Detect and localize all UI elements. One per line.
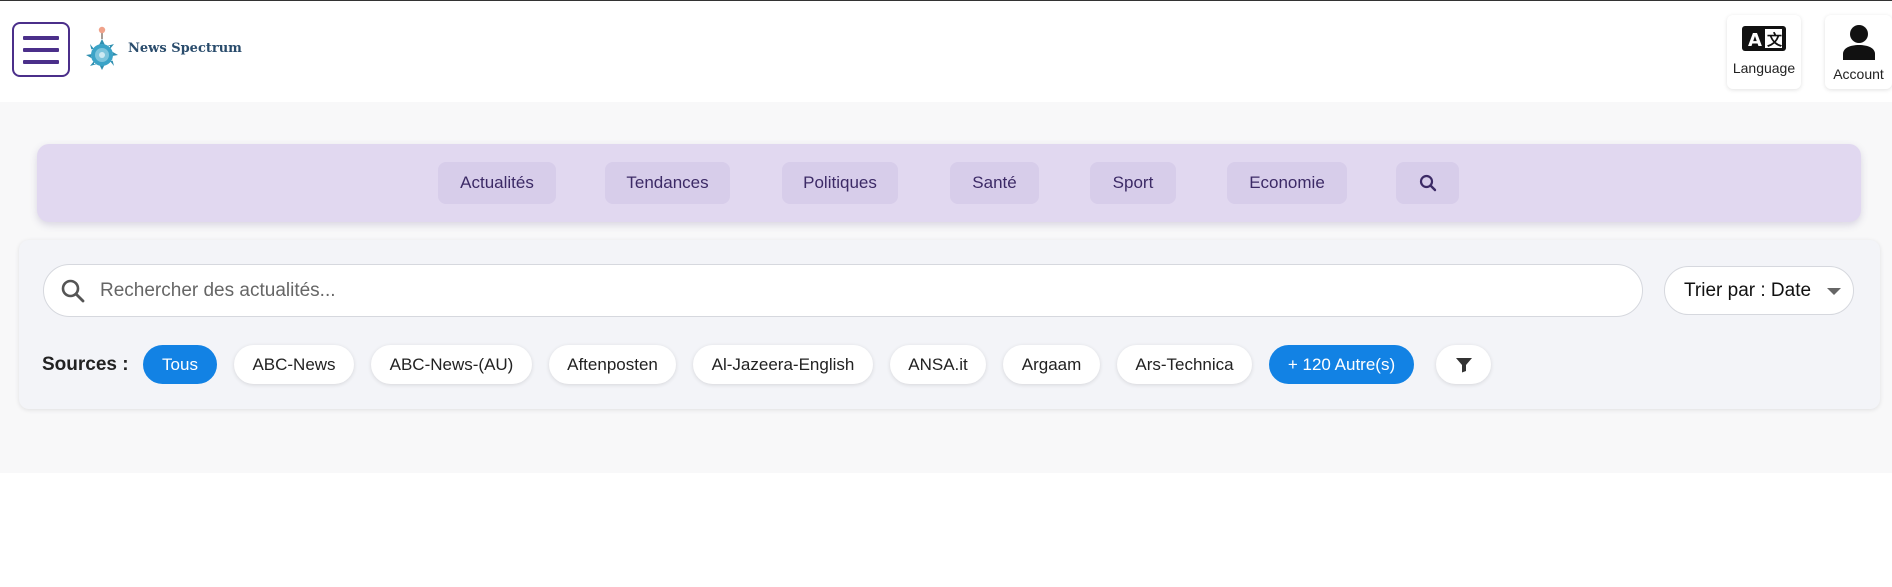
language-button[interactable]: A 文 Language bbox=[1727, 15, 1801, 89]
source-chip-aftenposten[interactable]: Aftenposten bbox=[549, 345, 676, 384]
nav-item-politiques[interactable]: Politiques bbox=[782, 162, 898, 204]
sort-label: Trier par : Date bbox=[1684, 279, 1812, 301]
search-icon bbox=[1419, 174, 1436, 192]
category-nav: Actualités Tendances Politiques Santé Sp… bbox=[37, 144, 1861, 222]
brand-name: News Spectrum bbox=[128, 40, 242, 56]
account-label: Account bbox=[1833, 66, 1884, 82]
source-chip-tous[interactable]: Tous bbox=[143, 345, 217, 384]
search-box bbox=[43, 264, 1643, 317]
nav-item-sport[interactable]: Sport bbox=[1090, 162, 1176, 204]
chevron-down-icon bbox=[1827, 288, 1841, 295]
search-panel: Trier par : Date Sources : Tous ABC-News… bbox=[19, 240, 1880, 409]
nav-item-sante[interactable]: Santé bbox=[950, 162, 1039, 204]
account-button[interactable]: Account bbox=[1825, 15, 1892, 89]
logo-icon bbox=[86, 26, 118, 70]
sources-label: Sources : bbox=[42, 354, 129, 375]
header: News Spectrum A 文 Language Account bbox=[0, 1, 1892, 102]
source-chip-ars-technica[interactable]: Ars-Technica bbox=[1117, 345, 1252, 384]
source-chip-al-jazeera-english[interactable]: Al-Jazeera-English bbox=[693, 345, 873, 384]
sort-select[interactable]: Trier par : Date bbox=[1664, 266, 1854, 315]
language-label: Language bbox=[1732, 60, 1796, 76]
translate-icon: A 文 bbox=[1742, 26, 1786, 51]
nav-item-economie[interactable]: Economie bbox=[1227, 162, 1347, 204]
more-sources-button[interactable]: + 120 Autre(s) bbox=[1269, 345, 1414, 384]
svg-text:A: A bbox=[1748, 30, 1762, 51]
nav-item-tendances[interactable]: Tendances bbox=[605, 162, 730, 204]
menu-button[interactable] bbox=[12, 22, 70, 77]
search-icon bbox=[61, 279, 85, 302]
source-chip-abc-news-au[interactable]: ABC-News-(AU) bbox=[371, 345, 532, 384]
hamburger-icon bbox=[23, 35, 59, 40]
source-chip-ansa[interactable]: ANSA.it bbox=[890, 345, 986, 384]
nav-search-button[interactable] bbox=[1396, 162, 1459, 204]
filter-icon bbox=[1455, 357, 1472, 372]
nav-item-actualites[interactable]: Actualités bbox=[438, 162, 556, 204]
search-input[interactable] bbox=[100, 279, 1600, 302]
logo[interactable]: News Spectrum bbox=[84, 25, 242, 71]
source-chip-argaam[interactable]: Argaam bbox=[1003, 345, 1100, 384]
svg-text:文: 文 bbox=[1767, 31, 1783, 49]
person-icon bbox=[1842, 25, 1875, 60]
source-chip-abc-news[interactable]: ABC-News bbox=[234, 345, 354, 384]
filter-button[interactable] bbox=[1436, 345, 1491, 384]
